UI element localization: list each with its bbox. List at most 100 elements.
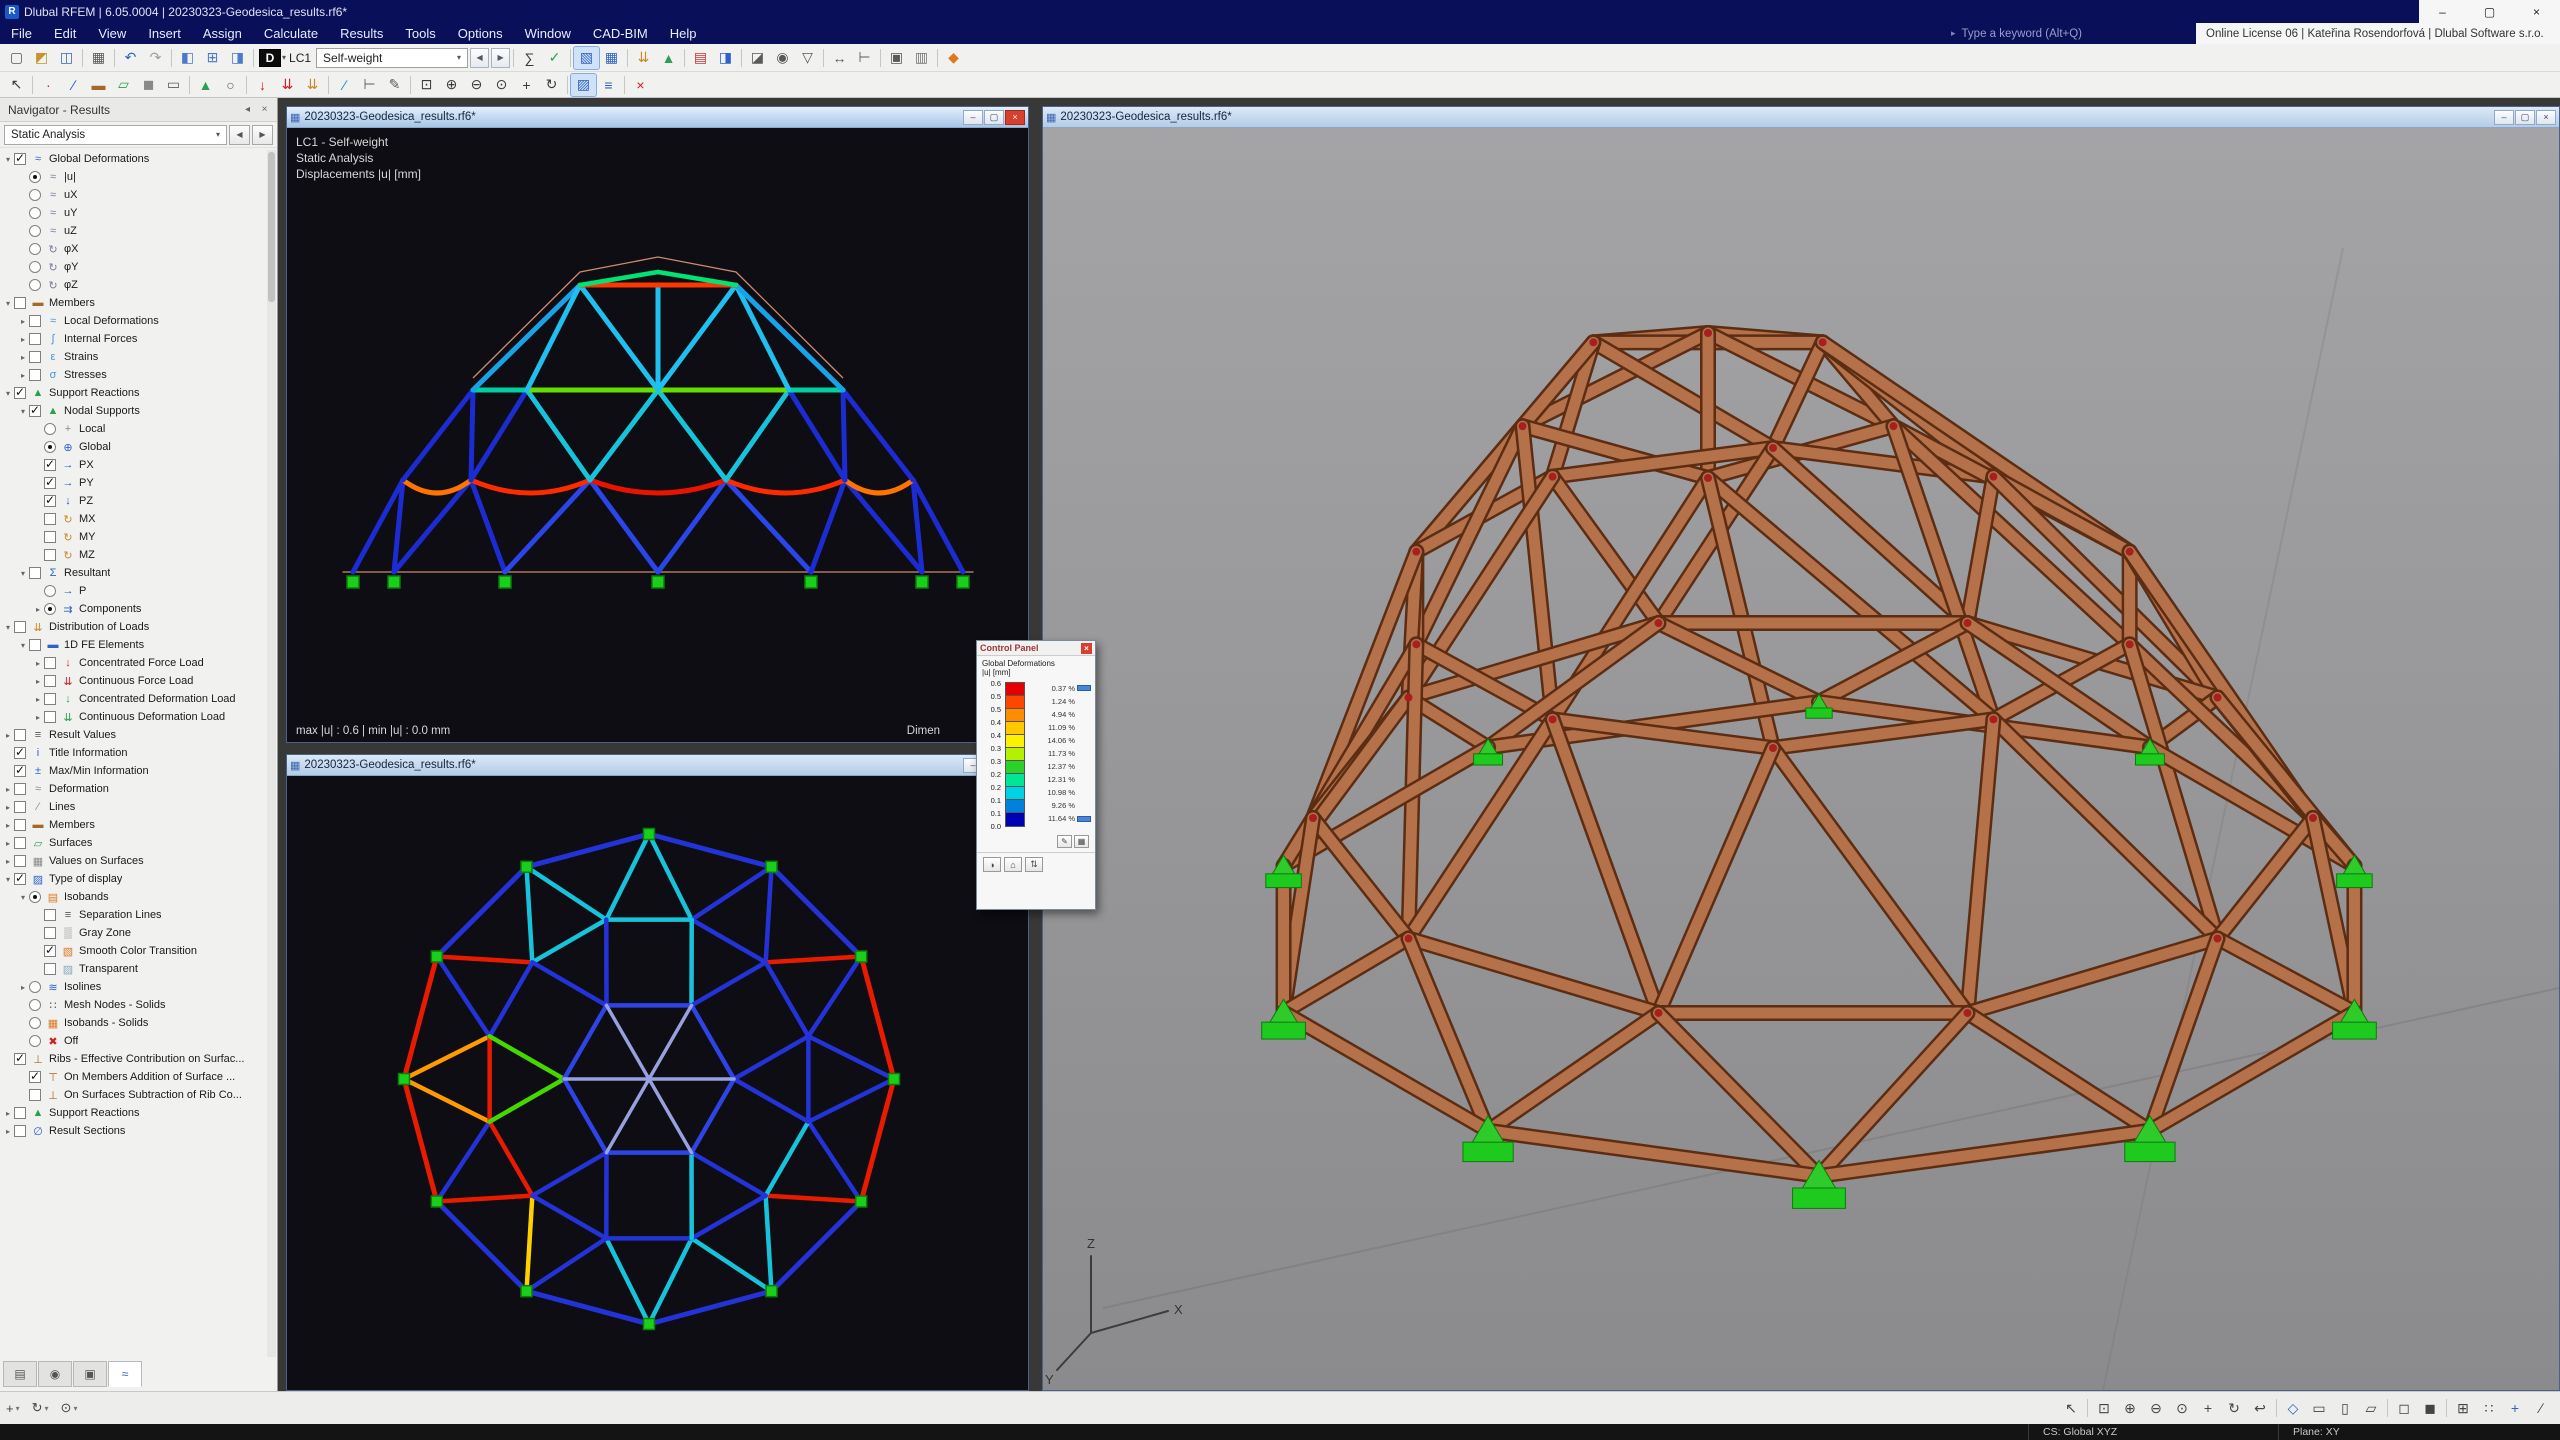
tree-checkbox[interactable] xyxy=(29,405,41,417)
tree-item[interactable]: ∷ Mesh Nodes - Solids xyxy=(2,996,266,1014)
tree-scrollbar[interactable] xyxy=(267,150,276,1357)
navigator-tab-display[interactable]: ◉ xyxy=(38,1361,72,1387)
tree-checkbox[interactable] xyxy=(44,693,56,705)
window-close-button[interactable]: × xyxy=(2536,110,2556,125)
addon-modules-icon[interactable]: ◆ xyxy=(941,47,966,69)
tree-item[interactable]: ≡ Separation Lines xyxy=(2,906,266,924)
zoom-window-icon[interactable]: ⊡ xyxy=(2091,1396,2117,1420)
menu-item-window[interactable]: Window xyxy=(514,23,582,44)
separator[interactable] xyxy=(2387,1399,2388,1417)
tree-item[interactable]: ↻ φZ xyxy=(2,276,266,294)
tree-item[interactable]: ▨ Type of display xyxy=(2,870,266,888)
insert-line-icon[interactable]: ∕ xyxy=(61,74,86,96)
new-model-icon[interactable]: ▢ xyxy=(4,47,29,69)
tree-item[interactable]: ↓ Concentrated Force Load xyxy=(2,654,266,672)
control-panel-close-button[interactable]: × xyxy=(1081,643,1092,654)
expander-icon[interactable] xyxy=(32,605,44,614)
tree-checkbox[interactable] xyxy=(44,963,56,975)
separator[interactable] xyxy=(410,76,411,94)
tree-item[interactable]: ▦ Isobands - Solids xyxy=(2,1014,266,1032)
tree-checkbox[interactable] xyxy=(29,369,41,381)
zoom-in-icon[interactable]: ⊕ xyxy=(2117,1396,2143,1420)
grid-icon[interactable]: ∷ xyxy=(2476,1396,2502,1420)
tree-checkbox[interactable] xyxy=(29,1089,41,1101)
tree-checkbox[interactable] xyxy=(14,1053,26,1065)
expander-icon[interactable] xyxy=(2,1109,14,1118)
tree-checkbox[interactable] xyxy=(29,351,41,363)
tree-item[interactable]: ≈ uZ xyxy=(2,222,266,240)
zoom-out-icon[interactable]: ⊖ xyxy=(464,74,489,96)
tree-checkbox[interactable] xyxy=(29,999,41,1011)
expander-icon[interactable] xyxy=(2,803,14,812)
tree-item[interactable]: Σ Resultant xyxy=(2,564,266,582)
separator[interactable] xyxy=(624,76,625,94)
tree-checkbox[interactable] xyxy=(14,1107,26,1119)
tree-item[interactable]: ▒ Gray Zone xyxy=(2,924,266,942)
guidelines-icon[interactable]: ∕ xyxy=(2528,1396,2554,1420)
zoom-all-icon[interactable]: ⊙ xyxy=(489,74,514,96)
tree-checkbox[interactable] xyxy=(14,747,26,759)
panel-close-button[interactable]: × xyxy=(256,101,273,118)
guideline-icon[interactable]: ∕ xyxy=(332,74,357,96)
scrollbar-thumb[interactable] xyxy=(268,152,275,302)
expander-icon[interactable] xyxy=(32,659,44,668)
separator[interactable] xyxy=(171,49,172,67)
insert-hinge-icon[interactable]: ○ xyxy=(218,74,243,96)
insert-member-icon[interactable]: ▬ xyxy=(86,74,111,96)
tree-checkbox[interactable] xyxy=(29,171,41,183)
tree-item[interactable]: ⇊ Continuous Deformation Load xyxy=(2,708,266,726)
viewport-titlebar[interactable]: ▦ 20230323-Geodesica_results.rf6* –▢× xyxy=(287,107,1028,128)
separator[interactable] xyxy=(328,76,329,94)
load-case-selector[interactable]: Self-weight ▾ xyxy=(316,48,468,68)
zoom-out-icon[interactable]: ⊖ xyxy=(2143,1396,2169,1420)
scale-max-slider[interactable] xyxy=(1077,685,1091,691)
expander-icon[interactable] xyxy=(2,839,14,848)
tree-checkbox[interactable] xyxy=(44,585,56,597)
zoom-window-icon[interactable]: ⊡ xyxy=(414,74,439,96)
insert-opening-icon[interactable]: ▭ xyxy=(161,74,186,96)
insert-solid-icon[interactable]: ◼ xyxy=(136,74,161,96)
tree-checkbox[interactable] xyxy=(29,333,41,345)
print-graphic-icon[interactable]: ▥ xyxy=(909,47,934,69)
window-minimize-button[interactable]: – xyxy=(963,110,983,125)
isometric-view-icon[interactable]: ◇ xyxy=(2280,1396,2306,1420)
expander-icon[interactable] xyxy=(2,875,14,884)
object-snap-icon[interactable]: + xyxy=(2502,1396,2528,1420)
tree-item[interactable]: ▱ Surfaces xyxy=(2,834,266,852)
visibility-icon[interactable]: ◉ xyxy=(770,47,795,69)
tree-item[interactable]: ⇊ Continuous Force Load xyxy=(2,672,266,690)
view-in-z-icon[interactable]: ▱ xyxy=(2358,1396,2384,1420)
tree-checkbox[interactable] xyxy=(44,549,56,561)
tree-checkbox[interactable] xyxy=(44,603,56,615)
tree-checkbox[interactable] xyxy=(44,513,56,525)
tree-item[interactable]: ↻ φX xyxy=(2,240,266,258)
separator[interactable] xyxy=(570,49,571,67)
expander-icon[interactable] xyxy=(2,155,14,164)
tree-item[interactable]: ▲ Support Reactions xyxy=(2,1104,266,1122)
tree-item[interactable]: ↻ φY xyxy=(2,258,266,276)
orbit-icon[interactable]: ↻ xyxy=(539,74,564,96)
rotation-mode-selector[interactable]: ↻ ▾ xyxy=(32,1400,49,1416)
tree-checkbox[interactable] xyxy=(29,1017,41,1029)
separator[interactable] xyxy=(246,76,247,94)
separator[interactable] xyxy=(2446,1399,2447,1417)
insert-node-icon[interactable]: ∙ xyxy=(36,74,61,96)
tree-item[interactable]: σ Stresses xyxy=(2,366,266,384)
tree-checkbox[interactable] xyxy=(14,801,26,813)
pan-icon[interactable]: + xyxy=(514,74,539,96)
tree-checkbox[interactable] xyxy=(44,675,56,687)
expander-icon[interactable] xyxy=(2,821,14,830)
separator[interactable] xyxy=(2087,1399,2088,1417)
navigator-tab-views[interactable]: ▣ xyxy=(73,1361,107,1387)
edit-scale-button[interactable]: ✎ xyxy=(1057,835,1072,848)
menu-item-help[interactable]: Help xyxy=(659,23,708,44)
tree-checkbox[interactable] xyxy=(14,783,26,795)
app-maximize-button[interactable]: ▢ xyxy=(2466,0,2513,23)
tree-checkbox[interactable] xyxy=(29,891,41,903)
save-icon[interactable]: ◫ xyxy=(54,47,79,69)
viewport-3d-window[interactable]: ▦ 20230323-Geodesica_results.rf6* –▢× XZ… xyxy=(1042,106,2560,1391)
dimension-icon[interactable]: ⊢ xyxy=(852,47,877,69)
tree-checkbox[interactable] xyxy=(44,423,56,435)
separator[interactable] xyxy=(627,49,628,67)
insert-support-icon[interactable]: ▲ xyxy=(193,74,218,96)
